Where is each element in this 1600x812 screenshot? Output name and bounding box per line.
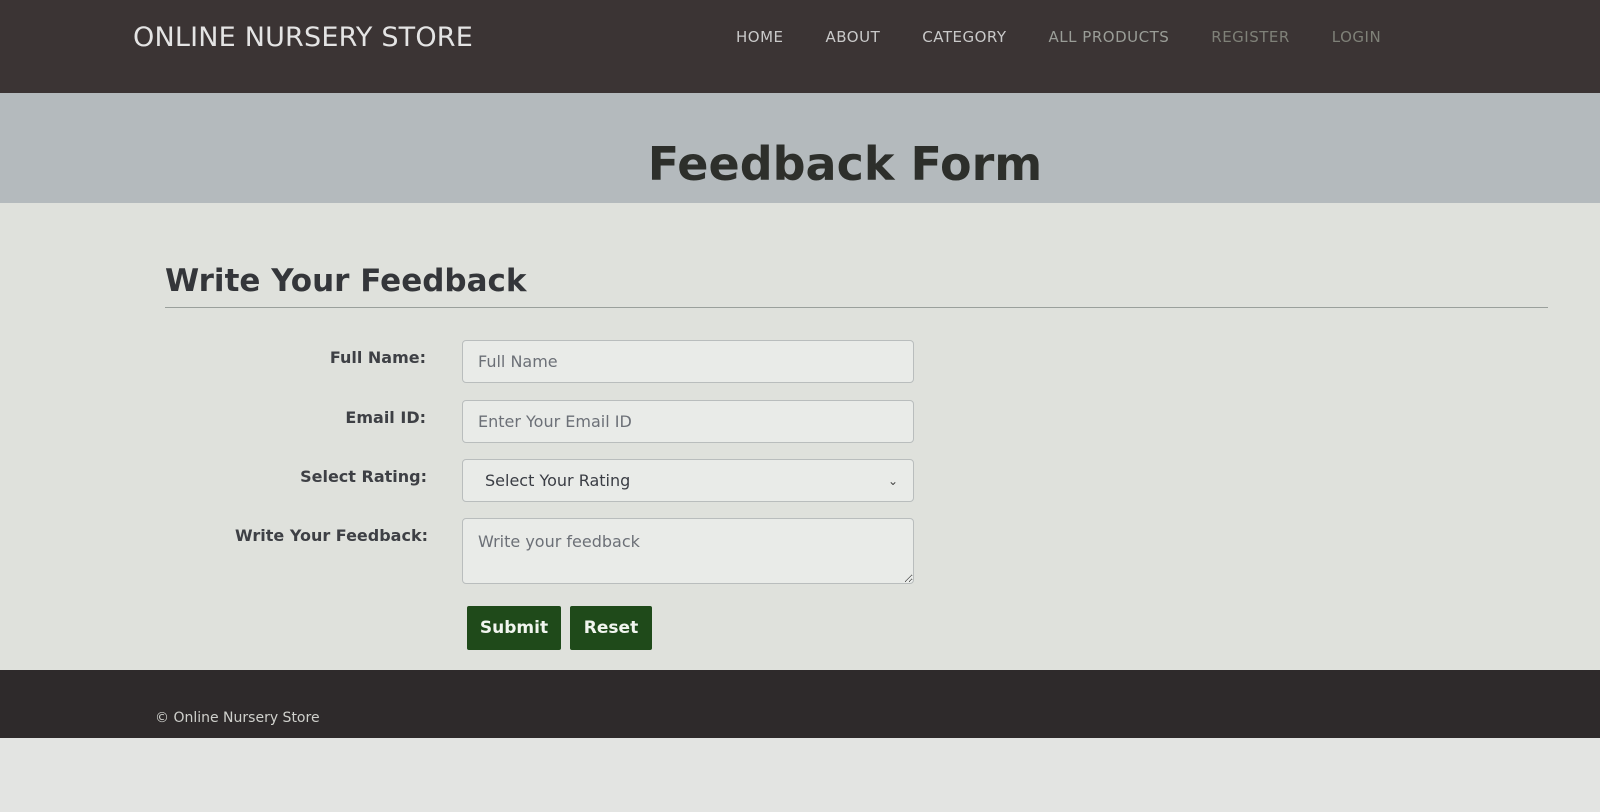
feedback-section: Write Your Feedback Full Name: Email ID:… <box>0 203 1600 670</box>
email-label: Email ID: <box>345 408 426 427</box>
feedback-label: Write Your Feedback: <box>235 526 428 545</box>
full-name-label: Full Name: <box>329 348 426 367</box>
navbar: ONLINE NURSERY STORE HOME ABOUT CATEGORY… <box>0 0 1600 93</box>
email-input[interactable] <box>462 400 914 443</box>
rating-label: Select Rating: <box>300 467 427 486</box>
page-bottom <box>0 738 1600 812</box>
page-banner: Feedback Form <box>0 93 1600 203</box>
copyright-text: © Online Nursery Store <box>155 710 320 726</box>
page-title: Feedback Form <box>647 137 1043 191</box>
reset-button[interactable]: Reset <box>570 606 652 650</box>
section-title: Write Your Feedback <box>165 263 527 299</box>
footer: © Online Nursery Store <box>0 670 1600 738</box>
feedback-textarea[interactable] <box>462 518 914 584</box>
section-divider <box>165 307 1548 308</box>
rating-selected-value: Select Your Rating <box>485 471 631 490</box>
nav-about[interactable]: ABOUT <box>826 28 881 46</box>
nav-links: HOME ABOUT CATEGORY ALL PRODUCTS REGISTE… <box>736 28 1423 46</box>
nav-register[interactable]: REGISTER <box>1211 28 1290 46</box>
chevron-down-icon: ⌄ <box>887 473 898 488</box>
nav-all-products[interactable]: ALL PRODUCTS <box>1049 28 1170 46</box>
nav-home[interactable]: HOME <box>736 28 784 46</box>
full-name-input[interactable] <box>462 340 914 383</box>
nav-category[interactable]: CATEGORY <box>922 28 1006 46</box>
nav-login[interactable]: LOGIN <box>1332 28 1381 46</box>
submit-button[interactable]: Submit <box>467 606 561 650</box>
brand-logo[interactable]: ONLINE NURSERY STORE <box>133 22 473 53</box>
rating-select[interactable]: Select Your Rating ⌄ <box>462 459 914 502</box>
